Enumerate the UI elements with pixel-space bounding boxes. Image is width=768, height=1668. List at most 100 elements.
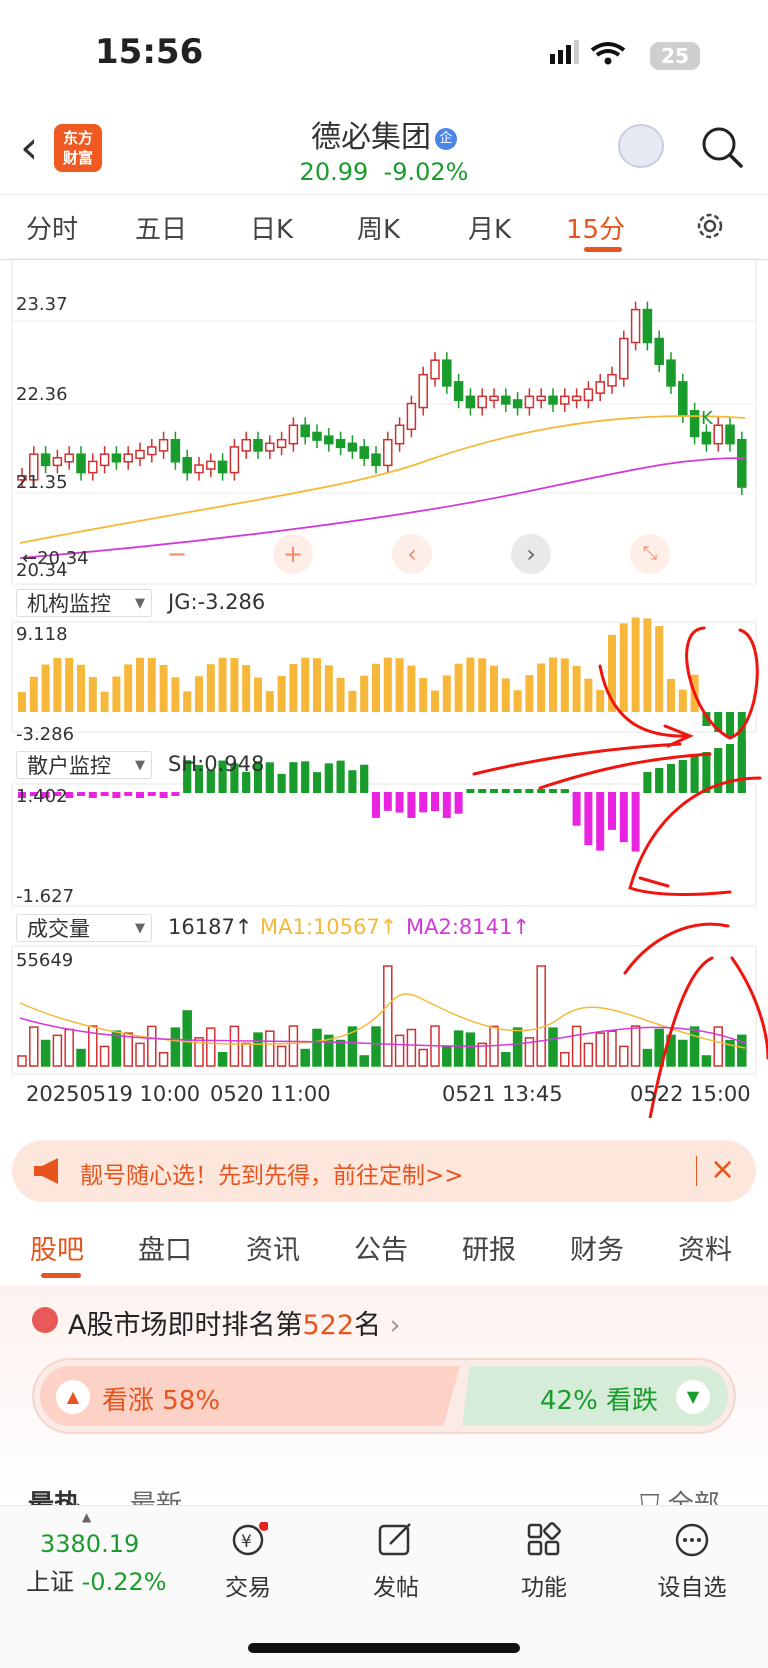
jg-bar (372, 663, 380, 712)
sh-bar (655, 768, 664, 792)
sh-bar (112, 792, 121, 798)
volume-bar (371, 1026, 381, 1067)
volume-bar (253, 1032, 263, 1067)
jg-bar (419, 678, 428, 712)
tab-15min[interactable]: 15分 (566, 209, 625, 246)
tab-monthly-k[interactable]: 月K (468, 209, 511, 246)
volume-bar (29, 1026, 39, 1067)
subtab-profile[interactable]: 资料 (678, 1228, 732, 1267)
jg-bar (242, 665, 251, 712)
subtab-pankou[interactable]: 盘口 (138, 1228, 192, 1267)
sh-bar (501, 789, 510, 792)
volume-bar (678, 1039, 688, 1067)
jg-bar (289, 664, 298, 712)
volume-bar (135, 1042, 145, 1067)
apps-grid-icon (527, 1522, 561, 1556)
search-icon[interactable] (700, 125, 744, 169)
sh-bar (277, 773, 286, 792)
volume-bar (52, 1034, 63, 1067)
tab-intraday[interactable]: 分时 (26, 209, 78, 246)
sh-bar (478, 789, 487, 792)
jg-bar (490, 665, 498, 712)
volume-ma1: MA1:10567↑ (260, 915, 398, 939)
subtab-announcements[interactable]: 公告 (354, 1228, 408, 1267)
sh-bar (419, 792, 428, 813)
jg-bar (254, 677, 262, 712)
candle (642, 308, 653, 344)
nav-add-watchlist[interactable]: 设自选 (632, 1522, 752, 1602)
candle (571, 395, 582, 402)
sh-bar (265, 762, 274, 792)
tab-five-day[interactable]: 五日 (135, 209, 187, 246)
price-label-high: 23.37 (16, 294, 68, 315)
candle (406, 402, 417, 430)
candle (701, 431, 712, 445)
volume-bar (288, 1025, 299, 1067)
candle (536, 395, 546, 402)
vote-down-button[interactable]: ▼ (676, 1380, 710, 1414)
candle (560, 395, 570, 405)
pan-right-button[interactable]: › (511, 534, 551, 574)
fullscreen-icon[interactable]: ⤡ (630, 534, 670, 574)
sh-bar (100, 792, 109, 796)
sh-bar (525, 789, 534, 792)
pan-left-button[interactable]: ‹ (392, 534, 432, 574)
assistant-robot-icon[interactable] (618, 124, 664, 168)
index-name[interactable]: 上证 -0.22% (26, 1562, 167, 1597)
volume-bar (40, 1039, 51, 1067)
market-rank[interactable]: A股市场即时排名第522名 › (68, 1303, 400, 1342)
candle (76, 453, 86, 474)
jg-bar (407, 665, 416, 712)
jg-bar (53, 657, 62, 712)
candle (359, 446, 369, 459)
indicator-select-sh[interactable]: 散户监控 ▼ (16, 751, 152, 779)
candle (253, 438, 263, 452)
nav-trade[interactable]: ¥ 交易 (188, 1521, 308, 1602)
status-time: 15:56 (95, 32, 204, 72)
promo-banner[interactable]: 靓号随心选！先到先得，前往定制>> × (12, 1140, 756, 1202)
banner-text[interactable]: 靓号随心选！先到先得，前往定制>> (80, 1156, 464, 1190)
volume-bar (335, 1039, 346, 1067)
nav-post[interactable]: 发帖 (336, 1522, 456, 1602)
subtab-research[interactable]: 研报 (462, 1228, 516, 1267)
sh-bar (124, 792, 133, 796)
jg-bar (678, 689, 687, 712)
tab-weekly-k[interactable]: 周K (357, 209, 400, 246)
sh-bar (608, 792, 616, 830)
index-value[interactable]: 3380.19 (40, 1530, 139, 1558)
indicator-select-volume[interactable]: 成交量 ▼ (16, 914, 152, 942)
sh-bar (88, 792, 97, 798)
candle (477, 395, 487, 409)
jg-bar (513, 690, 522, 712)
nav-functions[interactable]: 功能 (484, 1522, 604, 1602)
vote-up-button[interactable]: ▲ (56, 1380, 90, 1414)
tab-daily-k[interactable]: 日K (250, 209, 293, 246)
indicator-select-jg[interactable]: 机构监控 ▼ (16, 589, 152, 617)
candle (595, 381, 605, 394)
candle (583, 388, 594, 402)
candle (524, 395, 535, 409)
close-icon[interactable]: × (710, 1152, 735, 1187)
subtab-guba[interactable]: 股吧 (30, 1228, 84, 1267)
subtab-news[interactable]: 资讯 (246, 1228, 300, 1267)
volume-bar (76, 1048, 86, 1067)
bull-text: 看涨 58% (102, 1386, 221, 1416)
jg-bar (88, 677, 97, 712)
volume-bar (642, 1048, 653, 1067)
ma-line-1 (19, 415, 746, 544)
active-subtab-indicator (41, 1273, 81, 1278)
volume-bar (512, 1027, 523, 1067)
price-label-bottom: 20.34 (16, 560, 68, 581)
zoom-out-button[interactable]: − (157, 534, 197, 574)
volume-bar (394, 1034, 405, 1067)
jg-bar (147, 657, 156, 712)
subtab-finance[interactable]: 财务 (570, 1228, 624, 1267)
volume-bar (123, 1032, 133, 1067)
candle (383, 438, 393, 467)
jg-bar (478, 658, 487, 712)
stock-chart[interactable] (0, 258, 768, 1118)
gear-icon[interactable] (694, 210, 726, 242)
zoom-in-button[interactable]: + (273, 534, 313, 574)
sh-max-label: 1.402 (16, 786, 68, 807)
rank-icon (32, 1307, 58, 1333)
